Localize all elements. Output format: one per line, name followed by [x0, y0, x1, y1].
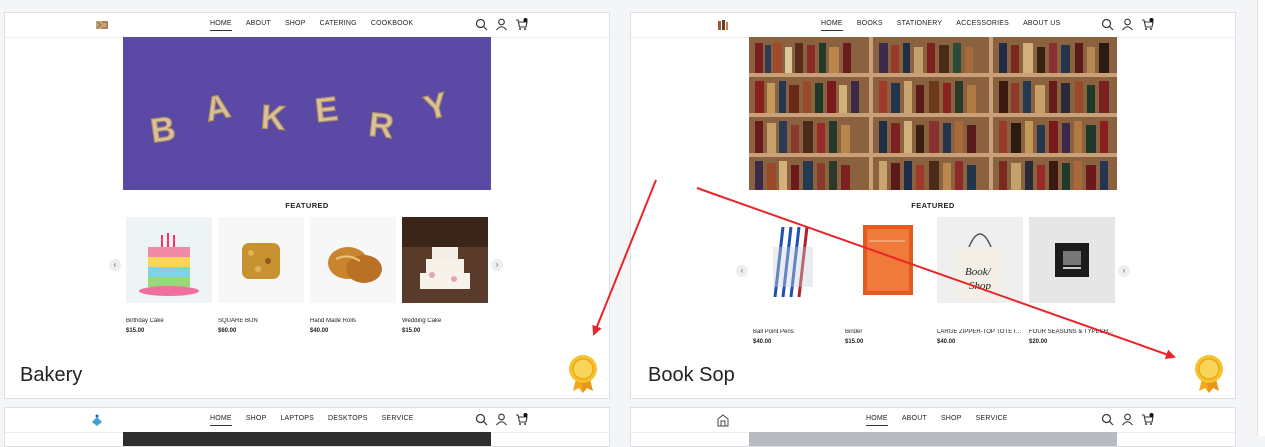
user-icon[interactable]	[1121, 413, 1134, 426]
svg-text:Book/: Book/	[965, 266, 992, 278]
product-price: $15.00	[845, 339, 864, 345]
product-price: $60.00	[218, 328, 237, 334]
building-logo-icon	[717, 414, 729, 427]
product-name[interactable]: FOUR SEASONS & TYPESH...	[1029, 329, 1115, 335]
nav-item-home[interactable]: HOME	[821, 20, 843, 31]
preview-nav-menu: HOME ABOUT SHOP CATERING COOKBOOK	[210, 20, 413, 31]
search-icon[interactable]	[475, 18, 488, 31]
preview-header: HOME ABOUT SHOP CATERING COOKBOOK	[5, 13, 609, 38]
preview-nav-menu: HOME ABOUT SHOP SERVICE	[866, 415, 1008, 426]
nav-icons	[475, 18, 528, 31]
nav-item-about-us[interactable]: ABOUT US	[1023, 20, 1060, 31]
award-badge-icon	[1195, 355, 1223, 393]
cart-icon[interactable]	[1141, 413, 1154, 426]
cart-icon[interactable]	[1141, 18, 1154, 31]
card-title[interactable]: Bakery	[20, 364, 82, 387]
search-icon[interactable]	[1101, 18, 1114, 31]
cart-icon[interactable]	[515, 413, 528, 426]
bakery-hero-image: B A K E R Y	[123, 37, 491, 190]
nav-item-home[interactable]: HOME	[210, 415, 232, 426]
nav-item-home[interactable]: HOME	[210, 20, 232, 31]
nav-item-shop[interactable]: SHOP	[246, 415, 267, 426]
product-price: $15.00	[126, 328, 145, 334]
nav-item-shop[interactable]: SHOP	[285, 20, 306, 31]
next-column-edge	[1257, 0, 1265, 436]
product-price: $40.00	[310, 328, 329, 334]
product-image-hand-made-rolls[interactable]	[310, 217, 396, 303]
product-image-four-seasons-book[interactable]	[1029, 217, 1115, 303]
nav-item-home[interactable]: HOME	[866, 415, 888, 426]
featured-heading: FEATURED	[911, 201, 955, 210]
product-name[interactable]: Ball Point Pens	[753, 329, 839, 335]
preview-nav-menu: HOME SHOP LAPTOPS DESKTOPS SERVICE	[210, 415, 414, 426]
product-image-binder[interactable]	[845, 217, 931, 303]
cart-icon[interactable]	[515, 18, 528, 31]
svg-text:Shop: Shop	[969, 280, 992, 292]
nav-item-catering[interactable]: CATERING	[320, 20, 357, 31]
nav-item-laptops[interactable]: LAPTOPS	[280, 415, 314, 426]
nav-icons	[475, 413, 528, 426]
nav-item-accessories[interactable]: ACCESSORIES	[956, 20, 1009, 31]
nav-icons	[1101, 18, 1154, 31]
preview-header: HOME SHOP LAPTOPS DESKTOPS SERVICE	[5, 408, 609, 433]
nav-item-about[interactable]: ABOUT	[902, 415, 927, 426]
preview-header: HOME ABOUT SHOP SERVICE	[631, 408, 1235, 433]
featured-heading: FEATURED	[285, 201, 329, 210]
product-price: $40.00	[937, 339, 956, 345]
product-image-ball-point-pens[interactable]	[753, 217, 839, 303]
template-card-electronics[interactable]: HOME SHOP LAPTOPS DESKTOPS SERVICE	[4, 407, 610, 447]
nav-item-stationery[interactable]: STATIONERY	[897, 20, 943, 31]
svg-text:E: E	[313, 90, 340, 130]
nav-item-about[interactable]: ABOUT	[246, 20, 271, 31]
carousel-next-button[interactable]: ›	[491, 259, 503, 271]
nav-item-desktops[interactable]: DESKTOPS	[328, 415, 368, 426]
search-icon[interactable]	[1101, 413, 1114, 426]
user-icon[interactable]	[1121, 18, 1134, 31]
template-card-bakery[interactable]: HOME ABOUT SHOP CATERING COOKBOOK B A K …	[4, 12, 610, 399]
product-name[interactable]: SQUARE BUN	[218, 318, 304, 324]
product-name[interactable]: LARGE ZIPPER-TOP TOTE IN...	[937, 329, 1023, 335]
nav-item-cookbook[interactable]: COOKBOOK	[371, 20, 413, 31]
product-price: $20.00	[1029, 339, 1048, 345]
product-name[interactable]: Binder	[845, 329, 931, 335]
electronics-logo-icon	[92, 414, 102, 426]
award-badge-icon	[569, 355, 597, 393]
product-name[interactable]: Wedding Cake	[402, 318, 488, 324]
bookshop-logo-icon	[718, 20, 728, 30]
bakery-logo-icon	[96, 21, 108, 29]
product-price: $40.00	[753, 339, 772, 345]
nav-icons	[1101, 413, 1154, 426]
carousel-prev-button[interactable]: ‹	[109, 259, 121, 271]
preview-header: HOME BOOKS STATIONERY ACCESSORIES ABOUT …	[631, 13, 1235, 38]
hero-banner: B A K E R Y	[123, 37, 491, 190]
product-image-tote-bag[interactable]: Book/Shop	[937, 217, 1023, 303]
template-card-services[interactable]: HOME ABOUT SHOP SERVICE	[630, 407, 1236, 447]
carousel-next-button[interactable]: ›	[1118, 265, 1130, 277]
hero-banner	[123, 432, 491, 446]
hero-banner	[749, 37, 1117, 190]
preview-nav-menu: HOME BOOKS STATIONERY ACCESSORIES ABOUT …	[821, 20, 1060, 31]
product-image-wedding-cake[interactable]	[402, 217, 488, 303]
product-image-square-bun[interactable]	[218, 217, 304, 303]
bookshelf-hero-image	[749, 37, 1117, 190]
card-title[interactable]: Book Sop	[648, 364, 735, 387]
template-card-book-shop[interactable]: HOME BOOKS STATIONERY ACCESSORIES ABOUT …	[630, 12, 1236, 399]
search-icon[interactable]	[475, 413, 488, 426]
product-name[interactable]: Birthday Cake	[126, 318, 212, 324]
hero-banner	[749, 432, 1117, 446]
nav-item-books[interactable]: BOOKS	[857, 20, 883, 31]
product-name[interactable]: Hand Made Rolls	[310, 318, 396, 324]
svg-text:B: B	[148, 109, 178, 150]
nav-item-shop[interactable]: SHOP	[941, 415, 962, 426]
svg-text:K: K	[260, 98, 288, 138]
nav-item-service[interactable]: SERVICE	[976, 415, 1008, 426]
svg-text:R: R	[367, 106, 395, 146]
user-icon[interactable]	[495, 413, 508, 426]
carousel-prev-button[interactable]: ‹	[736, 265, 748, 277]
user-icon[interactable]	[495, 18, 508, 31]
nav-item-service[interactable]: SERVICE	[382, 415, 414, 426]
product-price: $15.00	[402, 328, 421, 334]
product-image-birthday-cake[interactable]	[126, 217, 212, 303]
